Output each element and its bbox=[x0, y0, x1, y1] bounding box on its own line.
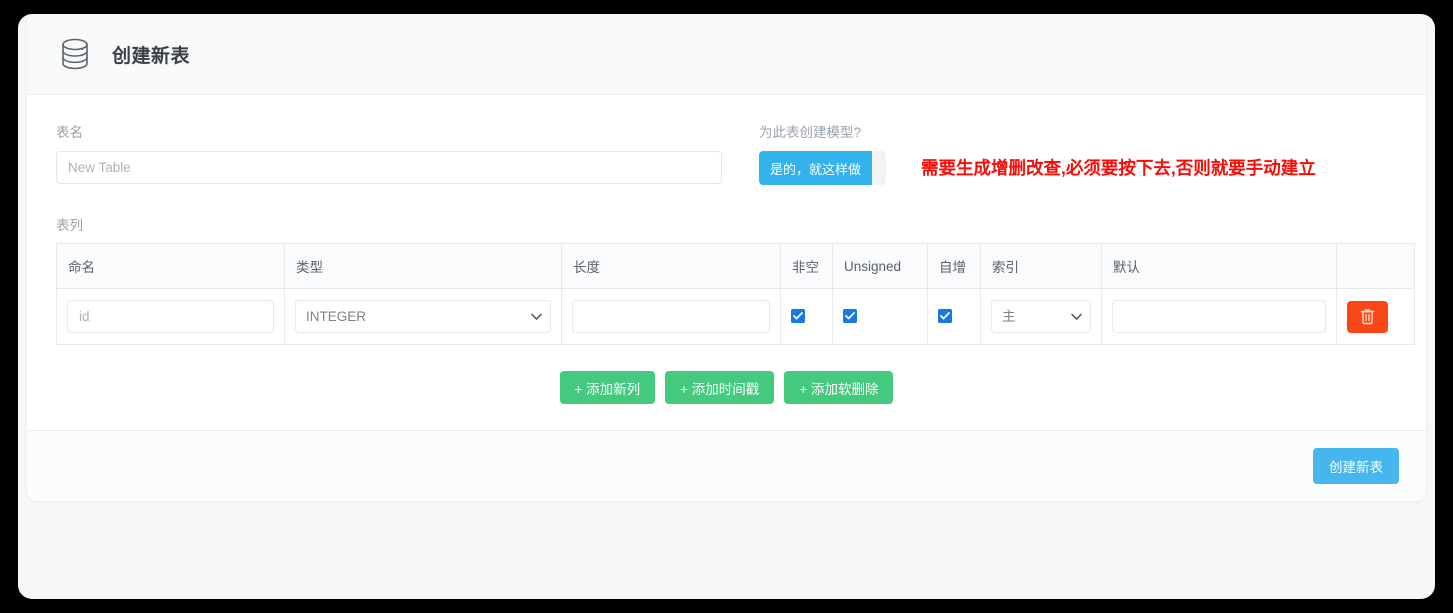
create-table-card: 创建新表 表名 为此表创建模型? 是的，就这样做 需要生成增删改查,必须要按 bbox=[27, 14, 1426, 501]
annotation-text: 需要生成增删改查,必须要按下去,否则就要手动建立 bbox=[921, 158, 1316, 178]
column-index-select-wrap: 主 bbox=[991, 300, 1091, 333]
column-name-input[interactable] bbox=[67, 300, 274, 333]
card-header: 创建新表 bbox=[27, 14, 1426, 95]
cell-unsigned bbox=[832, 288, 928, 345]
create-model-yes-button[interactable]: 是的，就这样做 bbox=[759, 151, 873, 185]
cell-name bbox=[56, 288, 285, 345]
cell-default bbox=[1101, 288, 1337, 345]
cell-type: INTEGER bbox=[284, 288, 562, 345]
header-actions bbox=[1336, 243, 1415, 289]
create-model-button-group: 是的，就这样做 bbox=[759, 151, 887, 185]
check-icon bbox=[793, 312, 803, 320]
trash-icon bbox=[1360, 309, 1375, 325]
columns-table-header-row: 命名 类型 长度 非空 Unsigned 自增 索引 默认 bbox=[56, 243, 1415, 289]
cell-actions bbox=[1336, 288, 1415, 345]
browser-frame: 创建新表 表名 为此表创建模型? 是的，就这样做 需要生成增删改查,必须要按 bbox=[0, 0, 1453, 613]
create-model-field-group: 为此表创建模型? 是的，就这样做 需要生成增删改查,必须要按下去,否则就要手动建… bbox=[759, 124, 1316, 185]
header-index: 索引 bbox=[980, 243, 1102, 289]
columns-section-label: 表列 bbox=[56, 218, 83, 233]
header-type: 类型 bbox=[284, 243, 562, 289]
check-icon bbox=[845, 312, 855, 320]
card-footer: 创建新表 bbox=[27, 430, 1426, 501]
cell-index: 主 bbox=[980, 288, 1102, 345]
columns-table: 命名 类型 长度 非空 Unsigned 自增 索引 默认 id INTEGER… bbox=[56, 243, 1415, 345]
column-default-input[interactable] bbox=[1112, 300, 1326, 333]
card-body: 表名 为此表创建模型? 是的，就这样做 需要生成增删改查,必须要按下去,否则就要… bbox=[27, 95, 1426, 430]
table-name-input[interactable] bbox=[56, 151, 722, 184]
unsigned-checkbox[interactable] bbox=[843, 309, 857, 324]
cell-not-null bbox=[780, 288, 833, 345]
check-icon bbox=[940, 312, 950, 320]
header-name: 命名 bbox=[56, 243, 285, 289]
create-table-submit-button[interactable]: 创建新表 bbox=[1313, 448, 1399, 484]
auto-increment-checkbox[interactable] bbox=[938, 309, 952, 324]
add-softdelete-button[interactable]: + 添加软删除 bbox=[784, 371, 894, 404]
column-type-select-wrap: INTEGER bbox=[295, 300, 551, 333]
add-timestamps-button[interactable]: + 添加时间戳 bbox=[665, 371, 775, 404]
page-background: 创建新表 表名 为此表创建模型? 是的，就这样做 需要生成增删改查,必须要按 bbox=[18, 14, 1435, 599]
create-model-no-button[interactable] bbox=[872, 151, 887, 185]
create-model-label: 为此表创建模型? bbox=[759, 125, 862, 140]
column-index-select[interactable]: 主 bbox=[991, 300, 1091, 333]
cell-auto-increment bbox=[927, 288, 981, 345]
table-name-field-group: 表名 bbox=[56, 124, 722, 184]
header-length: 长度 bbox=[561, 243, 781, 289]
column-length-input[interactable] bbox=[572, 300, 770, 333]
delete-row-button[interactable] bbox=[1347, 300, 1388, 333]
not-null-checkbox[interactable] bbox=[791, 309, 805, 324]
table-row: INTEGER bbox=[56, 288, 1415, 345]
header-auto-increment: 自增 bbox=[927, 243, 981, 289]
database-icon bbox=[62, 38, 88, 70]
header-unsigned: Unsigned bbox=[832, 243, 928, 289]
cell-length bbox=[561, 288, 781, 345]
add-buttons-row: + 添加新列 + 添加时间戳 + 添加软删除 bbox=[56, 371, 1397, 404]
column-type-select[interactable]: INTEGER bbox=[295, 300, 551, 333]
header-not-null: 非空 bbox=[780, 243, 833, 289]
page-title: 创建新表 bbox=[112, 45, 191, 67]
create-model-line: 是的，就这样做 需要生成增删改查,必须要按下去,否则就要手动建立 bbox=[759, 151, 1316, 185]
header-default: 默认 bbox=[1101, 243, 1337, 289]
table-name-label: 表名 bbox=[56, 125, 83, 140]
top-form-row: 表名 为此表创建模型? 是的，就这样做 需要生成增删改查,必须要按下去,否则就要… bbox=[56, 124, 1397, 185]
add-column-button[interactable]: + 添加新列 bbox=[559, 371, 656, 404]
